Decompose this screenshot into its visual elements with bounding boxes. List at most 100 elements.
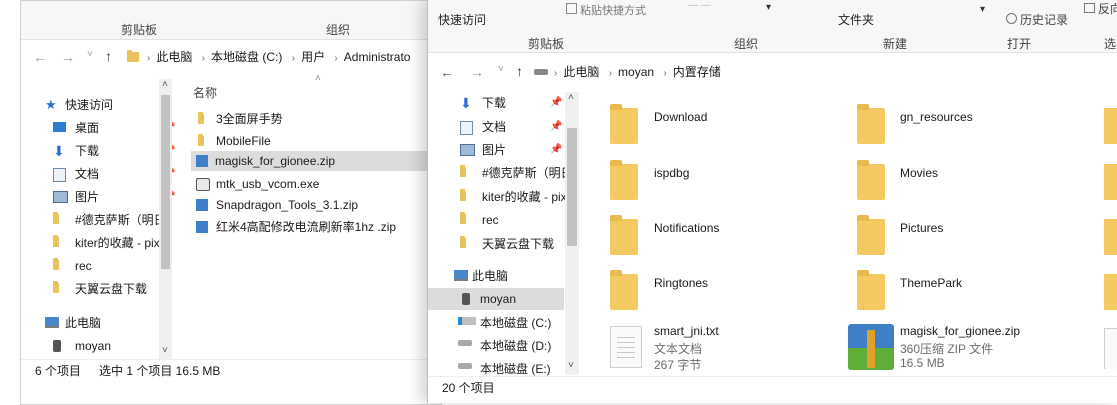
nav-item-drive-c[interactable]: 本地磁盘 (C:) [458,312,568,334]
nav-item-folder-cloud[interactable]: 天翼云盘下载 [460,233,566,255]
tile-movies[interactable]: Movies [857,158,1057,206]
file-icon[interactable] [1104,328,1117,369]
nav-item-folder-rec[interactable]: rec [53,255,165,277]
sort-ascending-icon[interactable]: ˄ [315,73,321,84]
status-item-count: 20 个项目 [442,381,495,395]
folder-icon[interactable] [1104,108,1117,144]
nav-item-quick-access[interactable]: ★ 快速访问 [45,94,173,116]
ribbon-history[interactable]: 历史记录 [1006,11,1068,28]
pin-icon[interactable]: 📌 [550,116,562,138]
crumb-internal-storage[interactable]: 内置存储 [673,65,721,79]
nav-item-drive-d[interactable]: 本地磁盘 (D:) [458,335,568,357]
left-address-bar: ← → ˅ ↑ › 此电脑 › 本地磁盘 (C:) › 用户 › Administrat… [21,39,441,75]
nav-item-folder-rec[interactable]: rec [460,209,566,231]
file-row-redmi[interactable]: 红米4高配修改电流刷新率1hz .zip [196,217,441,237]
nav-item-this-pc[interactable]: 此电脑 [454,265,574,287]
back-arrow-icon[interactable]: ← [33,49,47,65]
column-header-name[interactable]: 名称 [193,84,217,101]
ribbon-invert-selection[interactable]: 反向 [1084,0,1117,17]
file-row-mobilefile[interactable]: MobileFile [196,131,441,151]
pin-icon[interactable]: 📌 [550,139,562,161]
ribbon-quick-access[interactable]: 快速访问 [438,11,486,28]
ribbon-group-select[interactable]: 选 [1104,35,1116,52]
file-row-magisk[interactable]: magisk_for_gionee.zip [191,151,441,171]
forward-arrow-icon[interactable]: → [470,64,484,80]
nav-label: 文档 [75,167,100,181]
scroll-down-icon[interactable]: ˅ [568,360,574,371]
file-row-mtk[interactable]: mtk_usb_vcom.exe [196,174,441,194]
file-name: 红米4高配修改电流刷新率1hz .zip [216,220,397,234]
invert-selection-label: 反向 [1098,2,1117,16]
tile-pictures[interactable]: Pictures [857,213,1057,261]
nav-item-pictures[interactable]: 图片 📌 [460,139,580,161]
scroll-up-icon[interactable]: ˄ [568,92,574,103]
crumb-this-pc[interactable]: 此电脑 [563,65,599,79]
nav-item-folder-cloud[interactable]: 天翼云盘下载 [53,278,165,300]
tile-magisk-zip[interactable]: magisk_for_gionee.zip 360压缩 ZIP 文件 16.5 … [848,322,1058,372]
tile-smart-jni[interactable]: smart_jni.txt 文本文档 267 字节 [610,322,810,372]
nav-item-downloads[interactable]: ⬇ 下载 📌 [460,92,580,114]
ribbon-dropdown-caret-icon[interactable]: ▾ [980,4,985,15]
recent-chevron-icon[interactable]: ˅ [87,49,93,60]
ribbon-dropdown-caret-icon[interactable]: ▾ [766,2,771,13]
left-nav-scrollbar[interactable]: ˄ ˅ [159,79,172,359]
file-row-snapdragon[interactable]: Snapdragon_Tools_3.1.zip [196,195,441,215]
nav-label: kiter的收藏 - pix [482,190,566,204]
crumb-this-pc[interactable]: 此电脑 [156,50,192,64]
ribbon-group-organize[interactable]: 组织 [326,21,350,38]
ribbon-group-open[interactable]: 打开 [1007,35,1031,52]
folder-icon[interactable] [1104,164,1117,200]
nav-item-folder-kiter[interactable]: kiter的收藏 - pix [53,232,165,254]
tile-name: Movies [900,166,939,180]
recent-chevron-icon[interactable]: ˅ [498,64,504,75]
back-arrow-icon[interactable]: ← [440,64,454,80]
scroll-thumb[interactable] [567,128,577,246]
tile-name: ThemePark [900,276,963,290]
folder-icon[interactable] [1104,219,1117,255]
tile-name: Ringtones [654,276,709,290]
ribbon-group-organize[interactable]: 组织 [734,35,758,52]
picture-icon [53,191,68,203]
nav-item-moyan[interactable]: moyan [428,288,564,310]
windows-drive-icon [458,317,476,325]
nav-item-folder-kiter[interactable]: kiter的收藏 - pix [460,186,566,208]
nav-item-drive-e[interactable]: 本地磁盘 (E:) [458,358,568,376]
user-icon [53,340,61,352]
up-arrow-icon[interactable]: ↑ [516,63,523,79]
scroll-down-icon[interactable]: ˅ [162,345,168,356]
file-row-3-gesture[interactable]: 3全面屏手势 [196,109,441,129]
folder-icon[interactable] [1104,274,1117,310]
scroll-up-icon[interactable]: ˄ [162,79,168,90]
nav-item-documents[interactable]: 文档 📌 [460,116,580,138]
drive-icon [458,363,472,369]
ribbon-group-clipboard[interactable]: 剪贴板 [121,21,157,38]
ribbon-paste-shortcut[interactable]: 粘贴快捷方式 [566,2,646,18]
nav-item-folder-texas[interactable]: #德克萨斯（明日 [53,209,165,231]
tile-notifications[interactable]: Notifications [610,213,810,261]
nav-item-moyan[interactable]: moyan [53,335,173,357]
folder-icon [460,165,466,177]
ribbon-group-clipboard[interactable]: 剪贴板 [528,35,564,52]
tile-themepark[interactable]: ThemePark [857,268,1057,316]
crumb-moyan[interactable]: moyan [618,65,654,79]
right-nav-scrollbar[interactable]: ˄ ˅ [565,92,579,375]
tile-ispdbg[interactable]: ispdbg [610,158,810,206]
folder-icon [610,160,638,200]
pin-icon[interactable]: 📌 [550,92,562,114]
crumb-drive-c[interactable]: 本地磁盘 (C:) [211,50,282,64]
nav-label: moyan [75,339,112,353]
tile-ringtones[interactable]: Ringtones [610,268,810,316]
nav-label: 桌面 [75,121,100,135]
ribbon-group-new[interactable]: 新建 [883,35,907,52]
ribbon-new-folder[interactable]: 文件夹 [838,11,874,28]
up-arrow-icon[interactable]: ↑ [105,48,112,64]
tile-download[interactable]: Download [610,102,810,150]
tile-gn-resources[interactable]: gn_resources [857,102,1057,150]
nav-item-folder-texas[interactable]: #德克萨斯（明日 [460,162,566,184]
crumb-administrator[interactable]: Administrato [344,50,411,64]
nav-item-this-pc[interactable]: 此电脑 [45,312,173,334]
forward-arrow-icon[interactable]: → [61,49,75,65]
crumb-users[interactable]: 用户 [301,50,325,64]
right-status-bar: 20 个项目 [428,376,1117,399]
scroll-thumb[interactable] [161,95,170,269]
